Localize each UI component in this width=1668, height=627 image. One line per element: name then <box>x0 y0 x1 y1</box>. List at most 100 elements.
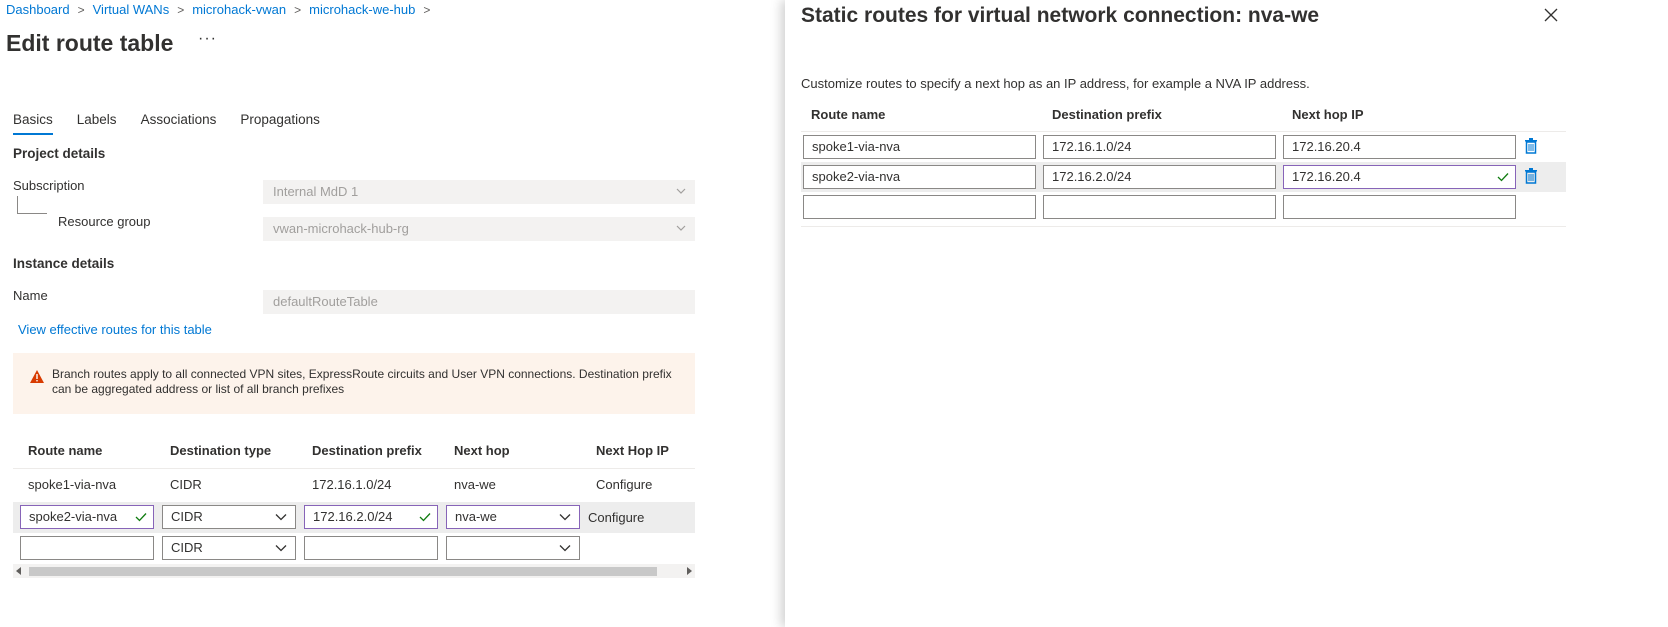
tab-basics[interactable]: Basics <box>13 112 53 135</box>
horizontal-scrollbar[interactable] <box>13 564 695 578</box>
name-field[interactable]: defaultRouteTable <box>263 290 695 314</box>
next-hop-dropdown[interactable]: nva-we <box>446 505 580 529</box>
checkmark-icon <box>135 513 147 522</box>
subscription-label: Subscription <box>13 178 85 193</box>
chevron-right-icon: > <box>423 2 431 17</box>
next-hop-ip-cell: Configure <box>596 477 653 492</box>
resource-group-value: vwan-microhack-hub-rg <box>273 221 409 236</box>
subscription-value: Internal MdD 1 <box>273 184 359 199</box>
page-title: Edit route table <box>6 30 174 56</box>
next-hop-ip-input[interactable]: 172.16.20.4 <box>1283 135 1516 159</box>
chevron-right-icon: > <box>177 2 185 17</box>
breadcrumb: Dashboard > Virtual WANs > microhack-vwa… <box>6 2 438 17</box>
prefix-value: 172.16.2.0/24 <box>313 509 393 524</box>
instance-details-heading: Instance details <box>13 256 115 271</box>
col-header-destination-type: Destination type <box>170 443 272 458</box>
configure-link[interactable]: Configure <box>588 510 644 525</box>
next-hop-value: nva-we <box>455 509 497 524</box>
route-name-input[interactable]: spoke2-via-nva <box>803 165 1036 189</box>
warning-icon <box>30 370 44 383</box>
col-header-next-hop-ip: Next hop IP <box>1292 107 1364 122</box>
resource-group-dropdown[interactable]: vwan-microhack-hub-rg <box>263 217 695 241</box>
scroll-left-icon[interactable] <box>16 567 22 575</box>
name-value: defaultRouteTable <box>273 294 378 309</box>
col-header-next-hop-ip: Next Hop IP <box>596 443 669 458</box>
breadcrumb-vwan[interactable]: microhack-vwan <box>192 2 286 17</box>
more-options-icon[interactable]: ··· <box>198 30 217 48</box>
next-hop-ip-input[interactable] <box>1283 195 1516 219</box>
route-name-value: spoke1-via-nva <box>812 139 901 154</box>
route-name-input[interactable] <box>803 195 1036 219</box>
prefix-input[interactable]: 172.16.2.0/24 <box>1043 165 1276 189</box>
warning-text: Branch routes apply to all connected VPN… <box>52 367 672 396</box>
table-row: spoke2-via-nva CIDR 172.16.2.0/24 nva-we… <box>13 502 695 533</box>
route-name-value: spoke2-via-nva <box>29 509 118 524</box>
route-name-cell: spoke1-via-nva <box>28 477 117 492</box>
prefix-input[interactable]: 172.16.1.0/24 <box>1043 135 1276 159</box>
tab-propagations[interactable]: Propagations <box>240 112 320 135</box>
route-name-input[interactable]: spoke1-via-nva <box>803 135 1036 159</box>
delete-icon[interactable] <box>1523 137 1539 155</box>
next-hop-ip-input[interactable]: 172.16.20.4 <box>1283 165 1516 189</box>
scroll-right-icon[interactable] <box>686 567 692 575</box>
tab-labels[interactable]: Labels <box>77 112 117 135</box>
table-row: spoke2-via-nva 172.16.2.0/24 172.16.20.4 <box>801 162 1566 192</box>
chevron-right-icon: > <box>77 2 85 17</box>
prefix-input[interactable] <box>1043 195 1276 219</box>
delete-icon[interactable] <box>1523 167 1539 185</box>
prefix-value: 172.16.2.0/24 <box>1052 169 1132 184</box>
tab-associations[interactable]: Associations <box>141 112 217 135</box>
warning-message-bar: Branch routes apply to all connected VPN… <box>13 353 695 414</box>
static-routes-panel: Static routes for virtual network connec… <box>785 0 1668 627</box>
project-details-heading: Project details <box>13 146 106 161</box>
checkmark-icon <box>419 513 431 522</box>
route-name-input[interactable] <box>20 536 154 560</box>
col-header-destination-prefix: Destination prefix <box>1052 107 1162 122</box>
chevron-down-icon <box>275 514 287 521</box>
panel-title: Static routes for virtual network connec… <box>801 4 1320 27</box>
prefix-input[interactable] <box>304 536 438 560</box>
dest-type-cell: CIDR <box>170 477 202 492</box>
col-header-destination-prefix: Destination prefix <box>312 443 422 458</box>
chevron-down-icon <box>676 188 686 194</box>
table-row: spoke1-via-nva CIDR 172.16.1.0/24 nva-we… <box>13 469 695 500</box>
checkmark-icon <box>1497 173 1509 182</box>
dest-type-value: CIDR <box>171 540 203 555</box>
breadcrumb-virtual-wans[interactable]: Virtual WANs <box>93 2 170 17</box>
view-effective-routes-link[interactable]: View effective routes for this table <box>18 322 212 337</box>
close-icon[interactable] <box>1543 7 1559 23</box>
scrollbar-thumb[interactable] <box>29 567 657 576</box>
route-name-value: spoke2-via-nva <box>812 169 901 184</box>
name-label: Name <box>13 288 48 303</box>
chevron-right-icon: > <box>294 2 302 17</box>
chevron-down-icon <box>559 514 571 521</box>
chevron-down-icon <box>275 545 287 552</box>
route-name-input[interactable]: spoke2-via-nva <box>20 505 154 529</box>
table-row: CIDR <box>13 533 695 564</box>
col-header-next-hop: Next hop <box>454 443 510 458</box>
divider <box>801 226 1566 227</box>
subscription-dropdown[interactable]: Internal MdD 1 <box>263 180 695 204</box>
panel-description: Customize routes to specify a next hop a… <box>801 76 1310 91</box>
next-hop-ip-value: 172.16.20.4 <box>1292 169 1361 184</box>
table-row <box>801 192 1566 222</box>
table-row: spoke1-via-nva 172.16.1.0/24 172.16.20.4 <box>801 132 1566 162</box>
breadcrumb-dashboard[interactable]: Dashboard <box>6 2 70 17</box>
dest-type-dropdown[interactable]: CIDR <box>162 536 296 560</box>
next-hop-ip-value: 172.16.20.4 <box>1292 139 1361 154</box>
col-header-route-name: Route name <box>811 107 886 122</box>
resource-group-label: Resource group <box>58 214 151 229</box>
dest-type-dropdown[interactable]: CIDR <box>162 505 296 529</box>
tree-connector <box>17 196 47 214</box>
prefix-value: 172.16.1.0/24 <box>1052 139 1132 154</box>
next-hop-dropdown[interactable] <box>446 536 580 560</box>
tab-bar: Basics Labels Associations Propagations <box>13 112 344 135</box>
breadcrumb-hub[interactable]: microhack-we-hub <box>309 2 415 17</box>
chevron-down-icon <box>676 225 686 231</box>
chevron-down-icon <box>559 545 571 552</box>
prefix-cell: 172.16.1.0/24 <box>312 477 392 492</box>
dest-type-value: CIDR <box>171 509 203 524</box>
prefix-input[interactable]: 172.16.2.0/24 <box>304 505 438 529</box>
next-hop-cell: nva-we <box>454 477 496 492</box>
col-header-route-name: Route name <box>28 443 103 458</box>
